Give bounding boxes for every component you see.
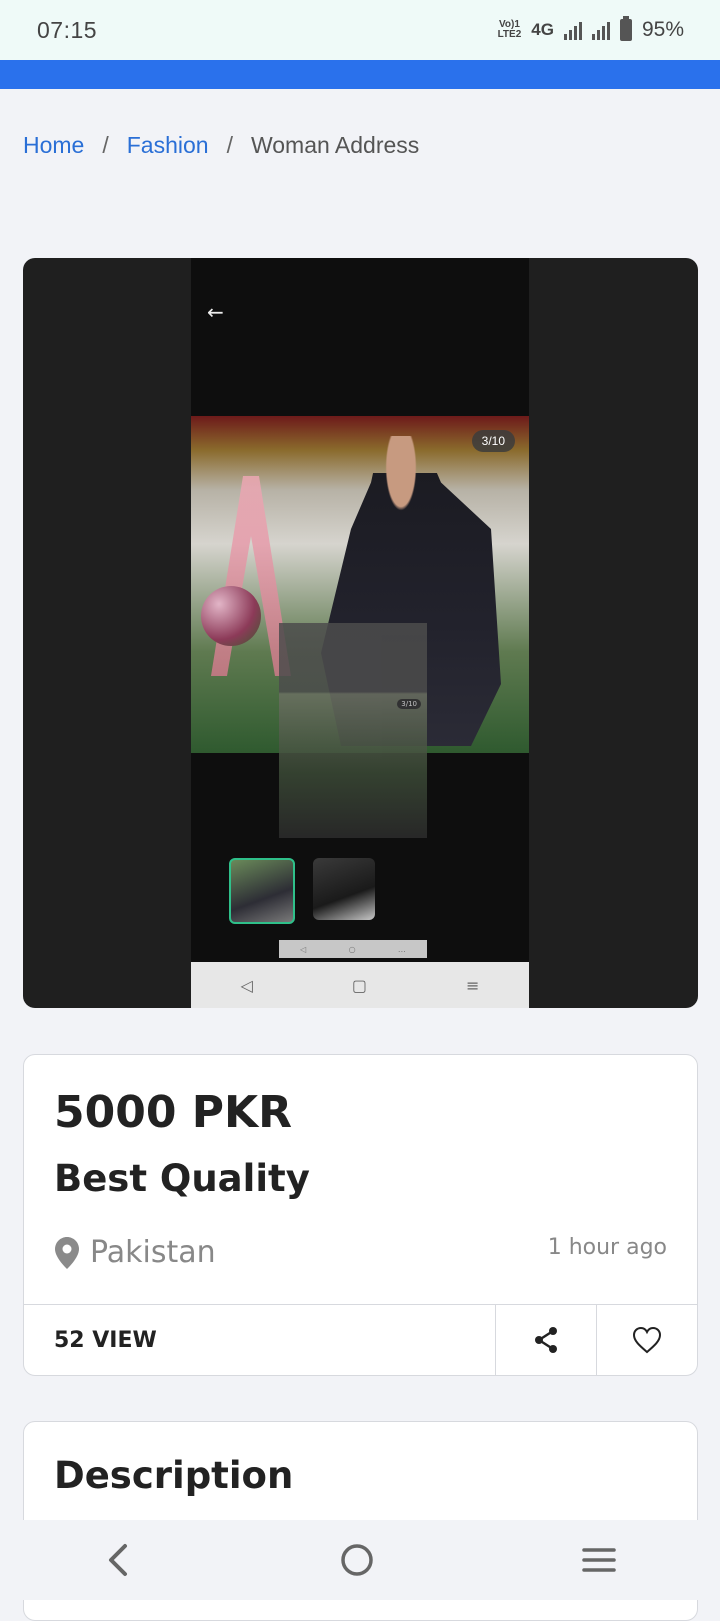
posted-time: 1 hour ago xyxy=(547,1235,667,1260)
signal-icon-2 xyxy=(591,20,610,40)
breadcrumb-separator: / xyxy=(226,132,233,158)
menu-lines-icon[interactable] xyxy=(581,1545,617,1575)
breadcrumb-home[interactable]: Home xyxy=(23,132,84,159)
status-bar: 07:15 Vo)1 LTE2 4G 95% xyxy=(0,0,720,60)
breadcrumb-current: Woman Address xyxy=(250,132,420,158)
embedded-status-bar xyxy=(205,266,515,280)
listing-card: 5000 PKR Best Quality Pakistan 1 hour ag… xyxy=(23,1054,698,1376)
favorite-button[interactable] xyxy=(596,1305,697,1375)
battery-icon xyxy=(619,16,632,41)
embedded-back-arrow-icon: ← xyxy=(207,300,224,324)
embedded-screenshot: 3/10 xyxy=(279,623,427,838)
listing-location: Pakistan xyxy=(54,1235,216,1270)
header-bar xyxy=(0,60,720,89)
listing-image[interactable]: ← 3/10 3/10 ◁ ○… ◁ ▢ ≡ xyxy=(191,258,529,1008)
volte-icon: Vo)1 LTE2 xyxy=(497,19,522,40)
embedded-mini-nav: ◁ ○… xyxy=(279,940,427,958)
breadcrumb-fashion[interactable]: Fashion xyxy=(127,132,209,159)
embedded-back-icon: ◁ xyxy=(240,975,253,995)
share-icon xyxy=(535,1327,557,1353)
listing-title: Best Quality xyxy=(54,1157,310,1200)
network-type: 4G xyxy=(531,20,554,39)
signal-icon xyxy=(563,20,582,40)
embedded-nav-bar: ◁ ▢ ≡ xyxy=(191,962,529,1008)
status-time: 07:15 xyxy=(37,16,98,43)
status-icons: Vo)1 LTE2 4G 95% xyxy=(497,16,684,42)
photo-flowers xyxy=(201,586,261,646)
embedded-image-counter: 3/10 xyxy=(397,699,421,709)
system-nav-bar xyxy=(0,1520,720,1600)
home-circle-icon[interactable] xyxy=(339,1542,375,1578)
thumbnail xyxy=(313,858,375,920)
listing-price: 5000 PKR xyxy=(54,1087,293,1138)
thumbnail-active xyxy=(229,858,295,924)
image-counter: 3/10 xyxy=(471,430,515,452)
embedded-thumbnails xyxy=(229,858,375,924)
breadcrumb: Home / Fashion / Woman Address xyxy=(23,132,419,159)
battery-percent: 95% xyxy=(641,18,684,41)
map-pin-icon xyxy=(55,1236,79,1269)
image-gallery[interactable]: ← 3/10 3/10 ◁ ○… ◁ ▢ ≡ xyxy=(23,258,698,1008)
view-count: 52 VIEW xyxy=(54,1327,157,1353)
embedded-home-icon: ▢ xyxy=(351,975,367,995)
embedded-menu-icon: ≡ xyxy=(466,975,480,995)
location-text: Pakistan xyxy=(90,1235,216,1270)
share-button[interactable] xyxy=(495,1305,596,1375)
description-heading: Description xyxy=(54,1454,294,1497)
listing-actions: 52 VIEW xyxy=(24,1304,697,1375)
breadcrumb-separator: / xyxy=(102,132,109,158)
back-chevron-icon[interactable] xyxy=(103,1542,133,1578)
heart-icon xyxy=(632,1326,662,1354)
